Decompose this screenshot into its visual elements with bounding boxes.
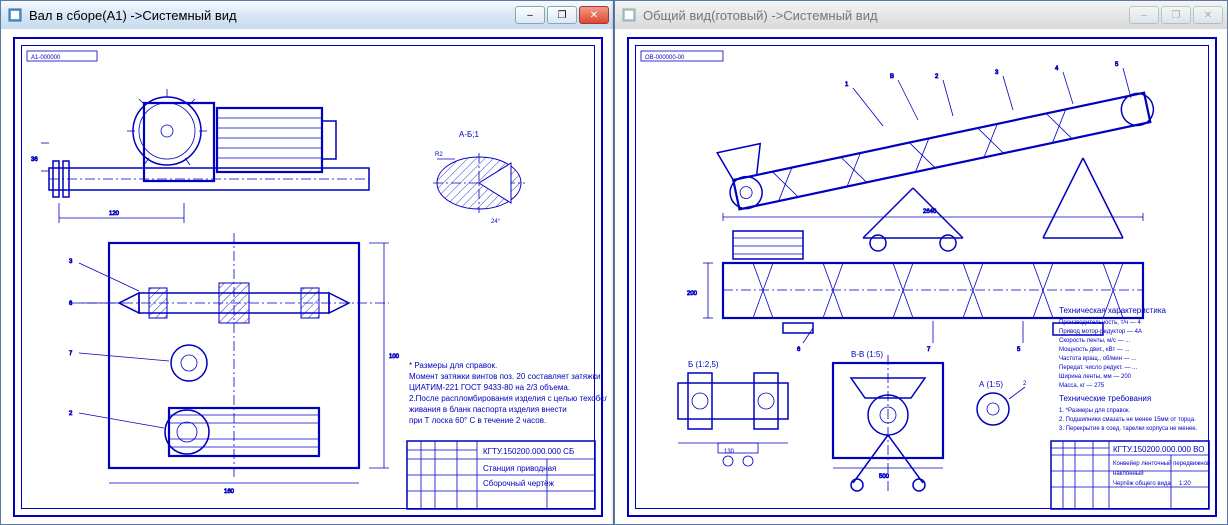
window-controls-left: – ❐ ✕ (515, 6, 609, 24)
svg-text:100: 100 (389, 354, 400, 360)
section-bb: В-В (1:5) 500 (833, 350, 943, 493)
svg-text:2640: 2640 (923, 209, 937, 215)
svg-text:КГТУ.150200.000.000 ВО: КГТУ.150200.000.000 ВО (1113, 445, 1204, 454)
mdi-window-right: Общий вид(готовый) ->Системный вид – ❐ ✕… (614, 0, 1228, 525)
svg-text:7: 7 (927, 347, 931, 353)
mdi-window-left: Вал в сборе(А1) ->Системный вид – ❐ ✕ А1… (0, 0, 614, 525)
svg-text:Производительность, т/ч — 4: Производительность, т/ч — 4 (1059, 320, 1141, 326)
drawing-area-left[interactable]: А1-000000 (1, 29, 613, 524)
detail-a: А (1:5) 2 (977, 380, 1027, 425)
detail-a-label: А (1:5) (979, 380, 1003, 389)
svg-text:130: 130 (724, 449, 735, 455)
svg-text:500: 500 (879, 474, 890, 480)
svg-text:Чертёж общего вида: Чертёж общего вида (1113, 481, 1171, 487)
cad-drawing-left: А1-000000 (9, 33, 607, 521)
svg-text:Мощность двиг., кВт — ...: Мощность двиг., кВт — ... (1059, 347, 1130, 353)
window-title-left: Вал в сборе(А1) ->Системный вид (29, 8, 515, 23)
svg-text:160: 160 (224, 489, 235, 495)
svg-text:36: 36 (31, 157, 38, 163)
svg-text:Конвейер ленточный передвижной: Конвейер ленточный передвижной (1113, 460, 1210, 467)
window-controls-right: – ❐ ✕ (1129, 6, 1223, 24)
detail-b-label: Б (1:2,5) (688, 360, 719, 369)
titlebar-left[interactable]: Вал в сборе(А1) ->Системный вид – ❐ ✕ (1, 1, 613, 29)
minimize-button[interactable]: – (1129, 6, 1159, 24)
svg-text:Передат. число редукт. — ...: Передат. число редукт. — ... (1059, 365, 1138, 371)
svg-text:1. *Размеры для справок.: 1. *Размеры для справок. (1059, 408, 1131, 414)
svg-text:Масса, кг — 275: Масса, кг — 275 (1059, 383, 1105, 389)
svg-text:Момент затяжки винтов поз. 20: Момент затяжки винтов поз. 20 составляет… (409, 372, 600, 381)
svg-text:R2: R2 (435, 152, 443, 158)
svg-text:КГТУ.150200.000.000 СБ: КГТУ.150200.000.000 СБ (483, 447, 574, 456)
section-label-top: А-Б;1 (459, 130, 479, 139)
svg-text:живания в бланк паспорта издел: живания в бланк паспорта изделия внести (409, 405, 567, 414)
svg-text:Привод мотор-редуктор — 4А: Привод мотор-редуктор — 4А (1059, 329, 1142, 335)
svg-text:6: 6 (797, 347, 801, 353)
sheet-id-strip: А1-000000 (31, 55, 61, 61)
elevation-view: 120 36 (31, 89, 369, 223)
svg-text:Техническая характеристика: Техническая характеристика (1059, 306, 1166, 315)
cad-drawing-right: ОВ-000000-00 (623, 33, 1221, 521)
side-view: 1 В 2 3 4 5 (717, 62, 1156, 251)
notes-block: * Размеры для справок. Момент затяжки ви… (409, 361, 607, 425)
svg-text:1:20: 1:20 (1179, 481, 1191, 487)
svg-text:2.После распломбирования издел: 2.После распломбирования изделия с целью… (409, 394, 607, 403)
svg-text:1: 1 (845, 82, 849, 88)
close-button[interactable]: ✕ (579, 6, 609, 24)
svg-text:2: 2 (935, 74, 939, 80)
title-block-right: КГТУ.150200.000.000 ВО Конвейер ленточны… (1051, 441, 1210, 509)
maximize-button[interactable]: ❐ (1161, 6, 1191, 24)
minimize-button[interactable]: – (515, 6, 545, 24)
svg-text:3. Перекрытие в соед. тарелки: 3. Перекрытие в соед. тарелки корпуса не… (1059, 426, 1198, 432)
tech-reqs: Технические требования 1. *Размеры для с… (1059, 394, 1198, 432)
svg-text:2: 2 (69, 411, 73, 417)
app-icon (7, 7, 23, 23)
svg-text:200: 200 (687, 291, 698, 297)
svg-text:Станция приводная: Станция приводная (483, 464, 556, 473)
section-bb-label: В-В (1:5) (851, 350, 883, 359)
svg-text:5: 5 (1115, 62, 1119, 68)
svg-text:3: 3 (69, 259, 73, 265)
svg-text:24°: 24° (491, 219, 501, 225)
svg-text:2: 2 (1023, 381, 1027, 387)
sheet-id-strip-right: ОВ-000000-00 (645, 55, 685, 61)
svg-text:4: 4 (1055, 66, 1059, 72)
titlebar-right[interactable]: Общий вид(готовый) ->Системный вид – ❐ ✕ (615, 1, 1227, 29)
svg-text:5: 5 (1017, 347, 1021, 353)
svg-text:В: В (890, 74, 894, 80)
maximize-button[interactable]: ❐ (547, 6, 577, 24)
svg-text:Ширина ленты, мм — 200: Ширина ленты, мм — 200 (1059, 374, 1132, 380)
app-icon (621, 7, 637, 23)
svg-text:Скорость ленты, м/с — ...: Скорость ленты, м/с — ... (1059, 338, 1131, 344)
window-title-right: Общий вид(готовый) ->Системный вид (643, 8, 1129, 23)
svg-text:120: 120 (109, 211, 120, 217)
svg-text:ЦИАТИМ-221 ГОСТ 9433-80 на 2/3: ЦИАТИМ-221 ГОСТ 9433-80 на 2/3 объема. (409, 383, 570, 392)
close-button[interactable]: ✕ (1193, 6, 1223, 24)
svg-text:Сборочный чертёж: Сборочный чертёж (483, 479, 555, 488)
title-block-left: КГТУ.150200.000.000 СБ Станция приводная… (407, 441, 595, 509)
svg-text:при Т лоска 60° С в течение 2: при Т лоска 60° С в течение 2 часов. (409, 416, 546, 425)
svg-text:6: 6 (69, 301, 73, 307)
svg-text:2. Подшипники смазать не менее: 2. Подшипники смазать не менее 15мм от т… (1059, 417, 1196, 423)
detail-b: Б (1:2,5) 130 (678, 360, 788, 466)
svg-text:7: 7 (69, 351, 73, 357)
svg-text:3: 3 (995, 70, 999, 76)
drawing-area-right[interactable]: ОВ-000000-00 (615, 29, 1227, 524)
svg-text:Частота вращ., об/мин — ...: Частота вращ., об/мин — ... (1059, 356, 1137, 362)
svg-text:наклонный: наклонный (1113, 470, 1144, 477)
svg-text:* Размеры для справок.: * Размеры для справок. (409, 361, 497, 370)
plan-view: 3 6 7 2 160 100 (69, 233, 400, 495)
svg-text:Технические требования: Технические требования (1059, 394, 1151, 403)
section-detail: А-Б;1 24° R2 (433, 130, 525, 225)
